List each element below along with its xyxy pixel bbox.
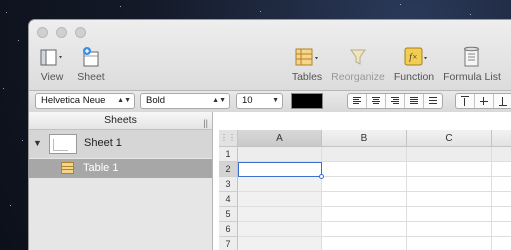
row-header-2[interactable]: 2: [219, 162, 238, 177]
view-button[interactable]: View: [37, 46, 67, 83]
row-header-5[interactable]: 5: [219, 207, 238, 222]
formula-list-button[interactable]: Formula List: [441, 46, 503, 83]
function-button[interactable]: f× Function: [391, 46, 437, 83]
column-header-a[interactable]: A: [238, 130, 322, 147]
align-right-icon[interactable]: [386, 94, 405, 108]
disclosure-triangle-icon[interactable]: ▼: [33, 138, 42, 148]
minimize-window-button[interactable]: [56, 27, 67, 38]
fill-handle[interactable]: [319, 174, 324, 179]
align-auto-icon[interactable]: [424, 94, 442, 108]
zoom-window-button[interactable]: [75, 27, 86, 38]
spreadsheet-canvas: ⋮⋮ A B C 1 2 3 4 5 6 7: [213, 112, 511, 250]
numbers-window: View Sheet Tables Reorganize f× Function…: [29, 20, 511, 250]
updown-arrows-icon: ▲▼: [212, 97, 226, 104]
selected-cell-a2[interactable]: [238, 162, 322, 177]
column-header-b[interactable]: B: [322, 130, 407, 147]
column-header-next[interactable]: [492, 130, 511, 147]
row-header-7[interactable]: 7: [219, 237, 238, 250]
function-icon: f×: [391, 46, 437, 68]
align-middle-icon[interactable]: [475, 94, 494, 108]
align-top-icon[interactable]: [456, 94, 475, 108]
header-row-band: [238, 147, 511, 162]
align-left-icon[interactable]: [348, 94, 367, 108]
alignment-segment: [347, 93, 443, 109]
font-style-select[interactable]: Bold ▲▼: [140, 93, 230, 109]
view-icon: [37, 46, 67, 68]
sidebar-item-sheet-1[interactable]: ▼ Sheet 1: [29, 130, 212, 158]
sidebar-item-table-1[interactable]: Table 1: [29, 159, 212, 178]
row-header-6[interactable]: 6: [219, 222, 238, 237]
row-header-4[interactable]: 4: [219, 192, 238, 207]
sheet-thumbnail-icon: [49, 134, 77, 154]
text-color-well[interactable]: [291, 93, 323, 109]
align-bottom-icon[interactable]: [494, 94, 511, 108]
row-header-3[interactable]: 3: [219, 177, 238, 192]
table-icon: [61, 162, 74, 174]
formula-list-icon: [441, 46, 503, 68]
font-family-select[interactable]: Helvetica Neue ▲▼: [35, 93, 135, 109]
svg-text:f×: f×: [409, 52, 418, 62]
format-bar: Helvetica Neue ▲▼ Bold ▲▼ 10 ▼: [29, 91, 511, 113]
sheets-header: Sheets ||: [29, 112, 212, 130]
funnel-icon: [329, 46, 387, 68]
chevron-down-icon: ▼: [272, 97, 279, 104]
vertical-alignment-segment: [455, 93, 511, 109]
tables-button[interactable]: Tables: [287, 46, 327, 83]
column-header-c[interactable]: C: [407, 130, 492, 147]
close-window-button[interactable]: [37, 27, 48, 38]
tables-icon: [287, 46, 327, 68]
reorganize-button[interactable]: Reorganize: [329, 46, 387, 83]
add-sheet-icon: [74, 46, 108, 68]
table-corner-handle[interactable]: ⋮⋮: [219, 130, 238, 147]
align-center-icon[interactable]: [367, 94, 386, 108]
font-size-field[interactable]: 10 ▼: [236, 93, 283, 109]
updown-arrows-icon: ▲▼: [117, 97, 131, 104]
sheets-sidebar: Sheets || ▼ Sheet 1 Table 1: [29, 112, 213, 250]
justify-icon[interactable]: [405, 94, 424, 108]
row-header-1[interactable]: 1: [219, 147, 238, 162]
toolbar: View Sheet Tables Reorganize f× Function…: [29, 20, 511, 91]
sheet-button[interactable]: Sheet: [74, 46, 108, 83]
